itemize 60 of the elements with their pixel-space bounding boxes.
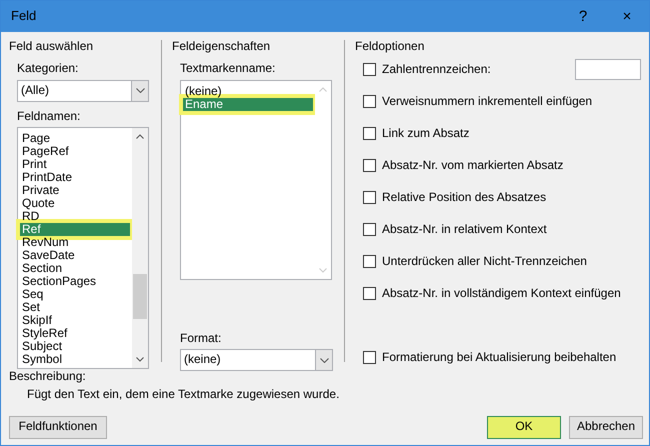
window-title: Feld xyxy=(11,9,38,24)
field-label: Textmarkenname: xyxy=(180,62,276,76)
list-item[interactable]: Quote xyxy=(20,197,130,210)
checkbox-label: Formatierung bei Aktualisierung beibehalten xyxy=(382,350,616,365)
list-item[interactable]: PageRef xyxy=(20,145,130,158)
checkbox-label: Verweisnummern inkrementell einfügen xyxy=(382,94,592,109)
scroll-up-icon[interactable] xyxy=(136,134,144,140)
category-dropdown[interactable]: (Alle) xyxy=(17,80,149,102)
dialog-button[interactable]: Abbrechen xyxy=(569,416,643,439)
description-text: Fügt den Text ein, dem eine Textmarke zugewiesen wurde. xyxy=(27,388,340,402)
list-item[interactable]: Symbol xyxy=(20,353,130,366)
dialog-button[interactable]: Feldfunktionen xyxy=(9,416,107,439)
list-item[interactable]: SectionPages xyxy=(20,275,130,288)
checkbox-label: Relative Position des Absatzes xyxy=(382,190,546,205)
field-label: Feldnamen: xyxy=(17,110,80,124)
help-button[interactable]: ? xyxy=(561,1,605,32)
checkbox[interactable] xyxy=(363,95,376,108)
checkbox[interactable] xyxy=(363,255,376,268)
list-item[interactable]: Print xyxy=(20,158,130,172)
description-label: Beschreibung: xyxy=(9,370,86,384)
list-item[interactable]: PrintDate xyxy=(20,171,130,184)
list-item[interactable]: Seq xyxy=(20,288,130,302)
checkbox-label: Zahlentrennzeichen: xyxy=(382,62,491,77)
checkbox[interactable] xyxy=(363,287,376,300)
chevron-down-icon xyxy=(136,88,144,94)
close-button[interactable]: × xyxy=(605,1,649,32)
chevron-down-icon xyxy=(320,358,328,363)
list-item[interactable]: Ref xyxy=(20,223,130,236)
checkbox-label: Absatz-Nr. in vollständigem Kontext einfügen xyxy=(382,286,621,301)
input-field[interactable] xyxy=(575,59,641,80)
list-item[interactable]: Private xyxy=(20,184,130,198)
checkbox-label: Absatz-Nr. in relativem Kontext xyxy=(382,222,547,237)
list-item[interactable]: Page xyxy=(20,132,130,146)
list-item[interactable]: StyleRef xyxy=(20,327,130,340)
list-item[interactable]: SaveDate xyxy=(20,249,130,262)
scroll-down-icon[interactable] xyxy=(136,357,144,362)
list-item[interactable]: Ename xyxy=(183,98,313,111)
scrollbar-thumb[interactable] xyxy=(133,274,147,320)
dialog-button[interactable]: OK xyxy=(487,416,561,439)
checkbox[interactable] xyxy=(363,223,376,236)
list-item[interactable]: (keine) xyxy=(183,84,313,98)
checkbox[interactable] xyxy=(363,127,376,140)
field-label: Kategorien: xyxy=(17,62,78,76)
bookmark-list[interactable]: (keine) Ename xyxy=(180,80,332,280)
list-item[interactable]: Subject xyxy=(20,340,130,354)
checkbox-label: Link zum Absatz xyxy=(382,126,470,141)
checkbox[interactable] xyxy=(363,351,376,364)
checkbox-label: Absatz-Nr. vom markierten Absatz xyxy=(382,158,564,173)
list-item[interactable]: SkipIf xyxy=(20,314,130,328)
field-label: Format: xyxy=(180,332,222,346)
list-item[interactable]: Set xyxy=(20,301,130,314)
checkbox-label: Unterdrücken aller Nicht-Trennzeichen xyxy=(382,254,587,269)
group-title: Feldoptionen xyxy=(355,40,426,54)
group-title: Feldeigenschaften xyxy=(172,40,272,54)
checkbox[interactable] xyxy=(363,159,376,172)
format-dropdown[interactable]: (keine) xyxy=(180,349,333,372)
checkbox[interactable] xyxy=(363,191,376,204)
list-item[interactable]: Section xyxy=(20,262,130,276)
checkbox[interactable] xyxy=(363,63,376,76)
group-title: Feld auswählen xyxy=(9,40,94,54)
